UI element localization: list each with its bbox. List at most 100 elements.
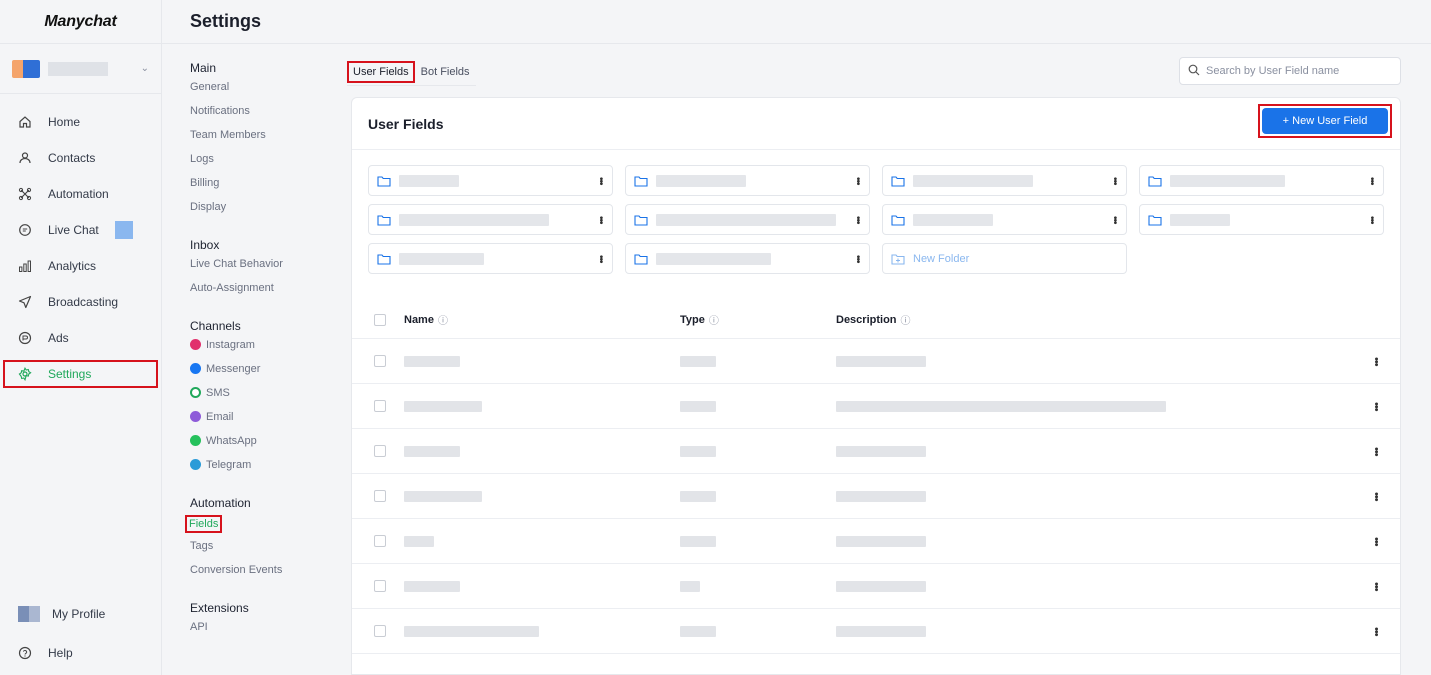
more-icon[interactable]: ••• (852, 177, 863, 185)
nav-item-live-chat[interactable]: Live Chat (0, 212, 161, 248)
more-icon[interactable]: ••• (1370, 582, 1400, 591)
folder-item[interactable]: ••• (368, 243, 613, 274)
folder-icon (634, 253, 648, 265)
folder-item[interactable]: ••• (625, 204, 870, 235)
nav-item-ads[interactable]: Ads (0, 320, 161, 356)
logo[interactable]: Manychat (0, 0, 161, 44)
subnav-item-logs[interactable]: Logs (190, 152, 340, 176)
row-checkbox[interactable] (374, 445, 386, 457)
more-icon[interactable]: ••• (1366, 177, 1377, 185)
chevron-down-icon[interactable]: ⌄ (141, 63, 149, 74)
more-icon[interactable]: ••• (595, 177, 606, 185)
more-icon[interactable]: ••• (1366, 216, 1377, 224)
tab-bot-fields[interactable]: Bot Fields (415, 62, 476, 82)
subnav-item-team-members[interactable]: Team Members (190, 128, 340, 152)
folder-item[interactable]: ••• (625, 165, 870, 196)
subnav-item-general[interactable]: General (190, 80, 340, 104)
more-icon[interactable]: ••• (1370, 627, 1400, 636)
more-icon[interactable]: ••• (1370, 492, 1400, 501)
subnav-item-tags[interactable]: Tags (190, 539, 340, 563)
folder-icon (377, 175, 391, 187)
table-row[interactable]: ••• (352, 609, 1400, 654)
subnav-item-telegram[interactable]: Telegram (190, 458, 340, 482)
field-type-redacted (680, 625, 716, 637)
subnav-item-conversion-events[interactable]: Conversion Events (190, 563, 340, 587)
row-checkbox[interactable] (374, 355, 386, 367)
more-icon[interactable]: ••• (1370, 402, 1400, 411)
subnav-item-fields[interactable]: Fields (185, 515, 340, 539)
nav-item-label: Settings (48, 367, 92, 381)
more-icon[interactable]: ••• (1109, 216, 1120, 224)
more-icon[interactable]: ••• (852, 255, 863, 263)
subnav-item-live-chat-behavior[interactable]: Live Chat Behavior (190, 257, 340, 281)
new-folder-label: New Folder (913, 252, 970, 265)
folder-name-redacted (656, 213, 836, 226)
more-icon[interactable]: ••• (595, 216, 606, 224)
folder-item[interactable]: ••• (1139, 165, 1384, 196)
table-row[interactable]: ••• (352, 339, 1400, 384)
folder-item[interactable]: ••• (368, 204, 613, 235)
account-switcher[interactable]: ⌄ (0, 44, 161, 94)
nav-item-home[interactable]: Home (0, 104, 161, 140)
more-icon[interactable]: ••• (595, 255, 606, 263)
row-checkbox[interactable] (374, 490, 386, 502)
subnav-item-whatsapp[interactable]: WhatsApp (190, 434, 340, 458)
more-icon[interactable]: ••• (1370, 537, 1400, 546)
table-row[interactable]: ••• (352, 564, 1400, 609)
settings-subnav: Main General Notifications Team Members … (162, 44, 340, 675)
folder-item[interactable]: ••• (882, 204, 1127, 235)
subnav-item-billing[interactable]: Billing (190, 176, 340, 200)
folder-icon (891, 214, 905, 226)
select-all-checkbox[interactable] (374, 313, 386, 326)
help-icon[interactable]: ⓘ (901, 312, 911, 327)
more-icon[interactable]: ••• (852, 216, 863, 224)
subnav-item-email[interactable]: Email (190, 410, 340, 434)
nav-item-settings[interactable]: Settings (3, 360, 158, 388)
field-name-redacted (404, 490, 482, 502)
nav-item-automation[interactable]: Automation (0, 176, 161, 212)
subnav-item-api[interactable]: API (190, 620, 340, 644)
nav-item-my-profile[interactable]: My Profile (0, 596, 162, 632)
more-icon[interactable]: ••• (1370, 357, 1400, 366)
table-row[interactable]: ••• (352, 519, 1400, 564)
nav-item-contacts[interactable]: Contacts (0, 140, 161, 176)
table-row[interactable]: ••• (352, 384, 1400, 429)
help-icon[interactable]: ⓘ (709, 312, 719, 327)
more-icon[interactable]: ••• (1109, 177, 1120, 185)
table-row[interactable]: ••• (352, 474, 1400, 519)
more-icon[interactable]: ••• (1370, 447, 1400, 456)
nav-item-analytics[interactable]: Analytics (0, 248, 161, 284)
subnav-group-title: Main (190, 61, 217, 75)
folder-item[interactable]: ••• (882, 165, 1127, 196)
subnav-item-notifications[interactable]: Notifications (190, 104, 340, 128)
subnav-item-auto-assignment[interactable]: Auto-Assignment (190, 281, 340, 305)
new-folder-button[interactable]: New Folder (882, 243, 1127, 274)
field-name-redacted (404, 400, 482, 412)
search-input[interactable]: Search by User Field name (1179, 57, 1401, 85)
folder-icon (891, 175, 905, 187)
subnav-item-label: WhatsApp (206, 435, 257, 447)
subnav-group-title: Channels (190, 319, 241, 333)
user-fields-card: User Fields + New User Field ••• ••• •••… (351, 97, 1401, 675)
subnav-item-label: Messenger (206, 363, 261, 375)
row-checkbox[interactable] (374, 535, 386, 547)
subnav-item-sms[interactable]: SMS (190, 386, 340, 410)
subnav-item-instagram[interactable]: Instagram (190, 338, 340, 362)
row-checkbox[interactable] (374, 580, 386, 592)
row-checkbox[interactable] (374, 625, 386, 637)
nav-item-help[interactable]: Help (0, 635, 162, 671)
folder-item[interactable]: ••• (1139, 204, 1384, 235)
row-checkbox[interactable] (374, 400, 386, 412)
help-icon[interactable]: ⓘ (438, 312, 448, 327)
field-type-redacted (680, 535, 716, 547)
nav-item-broadcasting[interactable]: Broadcasting (0, 284, 161, 320)
account-name-redacted (48, 61, 108, 76)
automation-icon (18, 187, 32, 201)
subnav-item-display[interactable]: Display (190, 200, 340, 224)
subnav-item-messenger[interactable]: Messenger (190, 362, 340, 386)
new-user-field-button[interactable]: + New User Field (1262, 108, 1388, 134)
table-row[interactable]: ••• (352, 429, 1400, 474)
tab-user-fields[interactable]: User Fields (347, 60, 415, 83)
folder-item[interactable]: ••• (368, 165, 613, 196)
folder-item[interactable]: ••• (625, 243, 870, 274)
